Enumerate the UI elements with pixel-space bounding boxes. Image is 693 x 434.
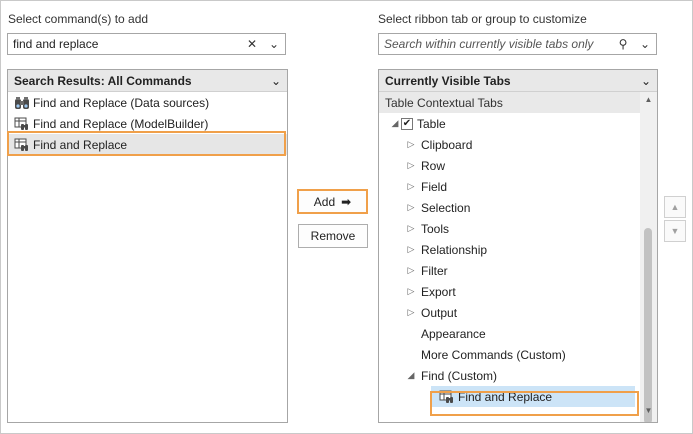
search-icon[interactable]: ⚲	[612, 34, 634, 54]
remove-button-label: Remove	[310, 229, 356, 243]
tree-item[interactable]: ▷ Filter	[379, 260, 657, 281]
tree-item[interactable]: ▷ Export	[379, 281, 657, 302]
add-button[interactable]: Add ➡	[297, 189, 368, 214]
command-search-input[interactable]: find and replace	[8, 37, 241, 51]
collapsed-icon[interactable]: ▷	[405, 307, 417, 318]
collapsed-icon[interactable]: ▷	[405, 139, 417, 150]
tree-item-label: Clipboard	[421, 137, 473, 152]
arrow-right-icon: ➡	[341, 194, 352, 209]
tree-item[interactable]: ▷ Output	[379, 302, 657, 323]
triangle-down-icon: ▼	[670, 226, 680, 236]
add-button-label: Add	[313, 194, 336, 209]
list-item-label: Find and Replace (Data sources)	[33, 95, 210, 110]
tree-item[interactable]: ▷ Clipboard	[379, 134, 657, 155]
clear-icon[interactable]: ✕	[241, 34, 263, 54]
tree-item-label: Find (Custom)	[421, 368, 498, 383]
tree-item-label: Export	[421, 284, 456, 299]
group-header: Table Contextual Tabs	[379, 92, 641, 113]
find-replace-icon	[14, 117, 28, 130]
collapsed-icon[interactable]: ▷	[405, 244, 417, 255]
group-header-label: Table Contextual Tabs	[385, 95, 503, 110]
remove-button[interactable]: Remove	[298, 224, 368, 248]
expanded-icon[interactable]: ◢	[405, 370, 417, 381]
list-item-label: Find and Replace (ModelBuilder)	[33, 116, 209, 131]
chevron-down-icon[interactable]: ⌄	[634, 34, 656, 54]
command-results-list[interactable]: Search Results: All Commands ⌄ Find and …	[7, 69, 288, 423]
scroll-thumb[interactable]	[644, 228, 652, 422]
scroll-down-icon[interactable]: ▼	[640, 406, 657, 422]
tree-item-label: More Commands (Custom)	[421, 347, 566, 362]
ribbon-tree[interactable]: Currently Visible Tabs ⌄ Table Contextua…	[378, 69, 658, 423]
tree-item-label: Table	[417, 116, 446, 131]
command-search-combo[interactable]: find and replace ✕ ⌄	[7, 33, 286, 55]
collapsed-icon[interactable]: ▷	[405, 202, 417, 213]
ribbon-tree-header[interactable]: Currently Visible Tabs ⌄	[379, 70, 657, 92]
collapsed-icon[interactable]: ▷	[405, 181, 417, 192]
collapsed-icon[interactable]: ▷	[405, 223, 417, 234]
ribbon-tree-header-label: Currently Visible Tabs	[385, 73, 511, 88]
tree-item[interactable]: ▷ Selection	[379, 197, 657, 218]
collapsed-icon[interactable]: ▷	[405, 160, 417, 171]
tree-item-custom-group[interactable]: ◢ Find (Custom)	[379, 365, 657, 386]
tree-item-label: Filter	[421, 263, 448, 278]
tree-item-label: Appearance	[421, 326, 486, 341]
collapsed-icon[interactable]: ▷	[405, 265, 417, 276]
scroll-up-icon[interactable]: ▲	[640, 95, 657, 111]
ribbon-label: Select ribbon tab or group to customize	[378, 12, 587, 26]
chevron-down-icon[interactable]: ⌄	[263, 34, 285, 54]
command-list-header-label: Search Results: All Commands	[14, 73, 192, 88]
list-item[interactable]: Find and Replace (Data sources)	[8, 92, 287, 113]
tree-item-label: Tools	[421, 221, 450, 236]
chevron-down-icon[interactable]: ⌄	[641, 74, 651, 88]
triangle-up-icon: ▲	[670, 202, 680, 212]
tree-item-label: Field	[421, 179, 448, 194]
tree-item[interactable]: ▷ Row	[379, 155, 657, 176]
tree-item-label: Output	[421, 305, 458, 320]
tree-item[interactable]: Appearance	[379, 323, 657, 344]
tree-item-label: Selection	[421, 200, 471, 215]
tree-item[interactable]: ▷ Field	[379, 176, 657, 197]
selection-highlight	[7, 131, 286, 156]
move-up-button[interactable]: ▲	[664, 196, 686, 218]
tree-item-label: Relationship	[421, 242, 488, 257]
expanded-icon[interactable]: ◢	[389, 118, 401, 129]
binoculars-icon	[15, 96, 29, 109]
tree-item-table[interactable]: ◢ ✔ Table	[379, 113, 657, 134]
ribbon-search-combo[interactable]: Search within currently visible tabs onl…	[378, 33, 657, 55]
tree-item[interactable]: More Commands (Custom)	[379, 344, 657, 365]
tree-item[interactable]: ▷ Relationship	[379, 239, 657, 260]
commands-label: Select command(s) to add	[8, 12, 149, 26]
tree-item[interactable]: ▷ Tools	[379, 218, 657, 239]
command-list-header[interactable]: Search Results: All Commands ⌄	[8, 70, 287, 92]
collapsed-icon[interactable]: ▷	[405, 286, 417, 297]
checkbox[interactable]: ✔	[401, 117, 413, 130]
tree-item-label: Row	[421, 158, 446, 173]
selection-highlight	[430, 391, 639, 416]
move-down-button[interactable]: ▼	[664, 220, 686, 242]
ribbon-search-input[interactable]: Search within currently visible tabs onl…	[379, 37, 612, 51]
chevron-down-icon[interactable]: ⌄	[271, 74, 281, 88]
vertical-scrollbar[interactable]: ▲ ▼	[640, 92, 657, 422]
